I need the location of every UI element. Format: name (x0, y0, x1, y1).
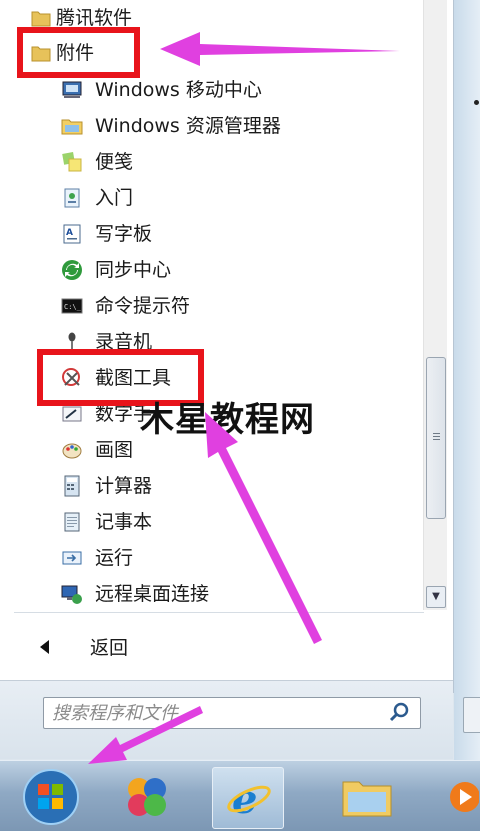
menu-item-command-prompt[interactable]: C:\_ 命令提示符 (0, 289, 420, 323)
paint-icon (61, 439, 83, 461)
svg-text:A: A (66, 228, 73, 238)
menu-item-label: 计算器 (95, 475, 153, 497)
menu-item-label: 运行 (95, 547, 134, 569)
menu-item-label: Windows 移动中心 (95, 79, 262, 101)
start-menu-programs-panel: 腾讯软件 附件 Windows 移动中心 Windows 资源管理器 便笺 入门… (0, 0, 454, 693)
run-icon (61, 547, 83, 569)
menu-item-label: 记事本 (95, 511, 153, 533)
notepad-icon (61, 511, 83, 533)
menu-item-wordpad[interactable]: A 写字板 (0, 217, 420, 251)
menu-item-label: 入门 (95, 187, 134, 209)
back-arrow-icon (40, 640, 49, 654)
search-input[interactable] (52, 698, 372, 728)
sticky-notes-icon (61, 151, 83, 173)
start-button[interactable] (18, 767, 84, 827)
svg-text:e: e (232, 776, 257, 823)
internet-explorer-icon: e (227, 776, 271, 823)
explorer-icon (61, 115, 83, 137)
menu-divider (14, 612, 424, 613)
menu-scrollbar[interactable]: ▼ (423, 0, 447, 610)
windows-logo-icon (23, 769, 79, 825)
menu-item-run[interactable]: 运行 (0, 541, 420, 575)
math-input-icon (61, 403, 83, 425)
media-player-button[interactable] (444, 767, 480, 827)
menu-item-sticky-notes[interactable]: 便笺 (0, 145, 420, 179)
bullet-dot (474, 100, 479, 105)
folder-explorer-icon (342, 781, 392, 817)
wordpad-icon: A (61, 223, 83, 245)
command-prompt-icon: C:\_ (61, 295, 83, 317)
menu-item-label: 写字板 (95, 223, 153, 245)
menu-item-getting-started[interactable]: 入门 (0, 181, 420, 215)
menu-item-label: 远程桌面连接 (95, 583, 210, 605)
colorful-app-icon (128, 778, 166, 816)
menu-item-notepad[interactable]: 记事本 (0, 505, 420, 539)
scroll-thumb[interactable] (426, 357, 446, 519)
right-pane-edge (454, 0, 480, 760)
mobility-center-icon (61, 79, 83, 101)
remote-desktop-icon (61, 583, 83, 605)
menu-item-label: 同步中心 (95, 259, 172, 281)
calculator-icon (61, 475, 83, 497)
highlight-box-accessories (17, 27, 140, 78)
sync-center-icon (61, 259, 83, 281)
menu-item-sync-center[interactable]: 同步中心 (0, 253, 420, 287)
menu-item-windows-explorer[interactable]: Windows 资源管理器 (0, 109, 420, 143)
back-button[interactable]: 返回 (0, 630, 440, 666)
folder-icon (30, 7, 52, 29)
menu-item-label: 命令提示符 (95, 295, 191, 317)
getting-started-icon (61, 187, 83, 209)
menu-item-label: 便笺 (95, 151, 134, 173)
search-box[interactable] (43, 697, 421, 729)
svg-text:C:\_: C:\_ (64, 303, 82, 311)
menu-item-label: 画图 (95, 439, 134, 461)
search-area (0, 680, 453, 759)
menu-item-label: Windows 资源管理器 (95, 115, 281, 137)
search-icon[interactable] (388, 701, 412, 725)
pinned-app-button[interactable] (112, 767, 182, 827)
back-label: 返回 (90, 637, 129, 659)
taskbar: e (0, 760, 480, 831)
menu-item-calculator[interactable]: 计算器 (0, 469, 420, 503)
media-player-icon (450, 782, 479, 812)
menu-item-remote-desktop[interactable]: 远程桌面连接 (0, 577, 420, 611)
menu-item-mobility-center[interactable]: Windows 移动中心 (0, 73, 420, 107)
scroll-down-arrow-icon[interactable]: ▼ (426, 586, 446, 608)
watermark-text: 木星教程网 (140, 400, 315, 440)
shutdown-button-edge[interactable] (463, 697, 480, 733)
windows-explorer-button[interactable] (332, 767, 402, 827)
internet-explorer-button[interactable]: e (212, 767, 284, 829)
